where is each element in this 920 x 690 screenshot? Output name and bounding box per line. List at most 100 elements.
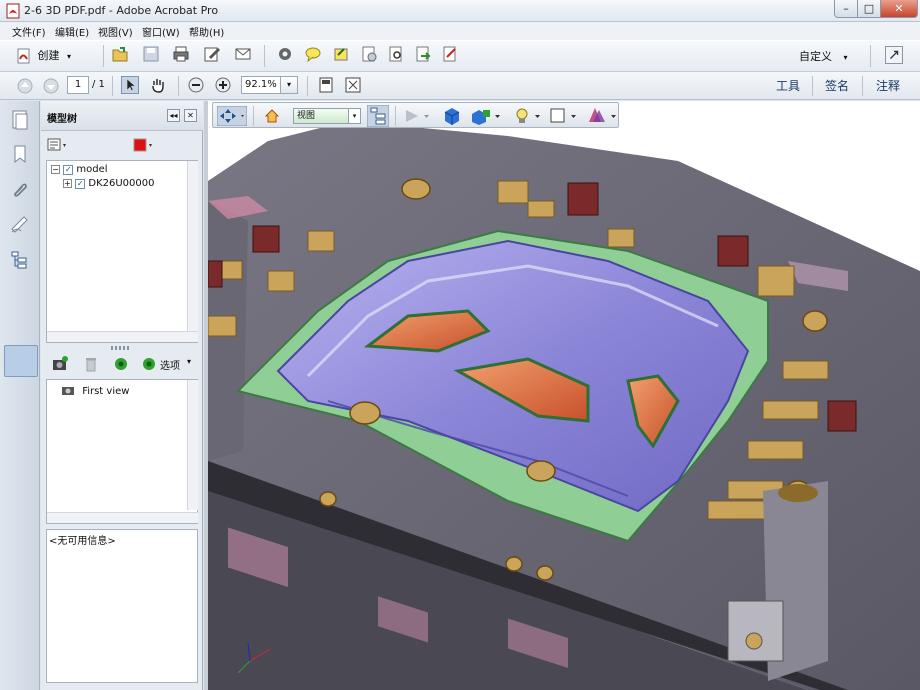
sign-link[interactable]: 签名 <box>825 77 849 94</box>
camera-icon <box>62 387 74 395</box>
signatures-icon[interactable] <box>9 213 31 235</box>
email-icon[interactable] <box>234 45 252 63</box>
views-scrollbar-horizontal[interactable] <box>47 512 198 523</box>
select-tool-icon[interactable] <box>121 76 139 94</box>
views-toolbar: 选项 ▾ <box>41 351 203 377</box>
page-thumbnails-icon[interactable] <box>9 109 31 131</box>
panel-title: 模型树 <box>47 114 77 125</box>
menu-file[interactable]: 文件(F) <box>12 24 46 39</box>
full-screen-icon[interactable] <box>344 76 362 94</box>
customize-label: 自定义 <box>799 50 832 63</box>
customize-button[interactable]: 自定义 ▾ <box>799 48 848 64</box>
page-number-input[interactable]: 1 <box>67 76 89 94</box>
document-page: 视图 ▾ <box>208 101 920 690</box>
add-view-icon[interactable] <box>113 356 129 372</box>
model-tree-icon[interactable] <box>9 249 31 271</box>
delete-view-icon[interactable] <box>84 356 98 372</box>
background-color-icon[interactable] <box>549 107 581 125</box>
menu-view[interactable]: 视图(V) <box>98 24 133 39</box>
next-page-icon[interactable] <box>42 77 60 95</box>
views-scrollbar-vertical[interactable] <box>187 380 198 510</box>
zoom-in-icon[interactable] <box>214 76 232 94</box>
attach-icon[interactable] <box>360 45 378 63</box>
color-picker-icon[interactable] <box>133 138 155 152</box>
open-icon[interactable] <box>111 45 129 63</box>
minimize-button[interactable]: – <box>834 0 858 18</box>
zoom-out-icon[interactable] <box>187 76 205 94</box>
options-dropdown-icon[interactable]: ▾ <box>187 357 191 366</box>
zoom-input[interactable]: 92.1% <box>241 76 281 94</box>
cross-section-icon[interactable] <box>585 106 619 126</box>
view-select-label: 视图 <box>297 111 316 121</box>
tree-scrollbar-vertical[interactable] <box>187 161 198 331</box>
toolbar-separator <box>395 106 396 126</box>
comment-icon[interactable] <box>304 45 322 63</box>
options-icon[interactable] <box>141 356 157 372</box>
projection-icon[interactable] <box>441 106 463 126</box>
new-view-icon[interactable] <box>51 356 69 372</box>
object-info-panel: <无可用信息> <box>46 529 198 683</box>
model-tree-tab[interactable] <box>4 345 38 377</box>
bookmarks-icon[interactable] <box>9 143 31 165</box>
edit-icon[interactable] <box>203 45 221 63</box>
main-toolbar <box>0 40 920 72</box>
view-select-dropdown-icon: ▾ <box>348 109 360 123</box>
lighting-icon[interactable] <box>511 106 543 126</box>
highlight-icon[interactable] <box>332 45 350 63</box>
3d-model-viewport[interactable] <box>208 101 920 690</box>
checkbox-checked-icon[interactable]: ✓ <box>63 165 74 175</box>
collapse-panel-button[interactable]: ◂◂ <box>167 109 180 122</box>
tree-item-part[interactable]: + ✓ DK26U00000 <box>63 178 155 189</box>
settings-icon[interactable] <box>276 45 294 63</box>
expand-icon[interactable]: + <box>63 179 72 188</box>
search-icon[interactable] <box>387 45 405 63</box>
view-item[interactable]: First view <box>61 385 129 397</box>
form-icon[interactable] <box>441 45 459 63</box>
checkbox-checked-icon[interactable]: ✓ <box>75 179 86 189</box>
window-title: 2-6 3D PDF.pdf - Adobe Acrobat Pro <box>24 4 219 17</box>
expand-icon[interactable] <box>885 46 903 64</box>
close-panel-button[interactable]: ✕ <box>184 109 197 122</box>
export-icon[interactable] <box>414 45 432 63</box>
toolbar-separator <box>870 45 871 67</box>
panel-header: 模型树 ◂◂ ✕ <box>41 101 203 131</box>
rotate-tool-icon[interactable] <box>217 106 247 126</box>
hand-tool-icon[interactable] <box>149 76 167 94</box>
menu-bar: 文件(F) 编辑(E) 视图(V) 窗口(W) 帮助(H) <box>0 22 920 40</box>
toolbar-separator <box>812 76 813 96</box>
view-select[interactable]: 视图 ▾ <box>293 108 361 124</box>
home-view-icon[interactable] <box>263 107 281 125</box>
toolbar-separator <box>112 76 113 96</box>
close-button[interactable]: ✕ <box>880 0 918 18</box>
model-tree-panel: 模型树 ◂◂ ✕ − ✓ model + ✓ DK26U00000 选项 ▾ F… <box>41 101 203 690</box>
tree-options-icon[interactable] <box>47 138 69 152</box>
collapse-icon[interactable]: − <box>51 165 60 174</box>
save-icon[interactable] <box>142 45 160 63</box>
play-animation-icon[interactable] <box>403 108 433 124</box>
previous-page-icon[interactable] <box>16 77 34 95</box>
model-tree-toggle-icon[interactable] <box>367 105 389 127</box>
options-label[interactable]: 选项 <box>160 357 180 372</box>
create-button[interactable]: 创建 ▾ <box>16 47 71 65</box>
menu-window[interactable]: 窗口(W) <box>142 24 180 39</box>
comment-link[interactable]: 注释 <box>876 77 900 94</box>
title-bar: 2-6 3D PDF.pdf - Adobe Acrobat Pro – □ ✕ <box>0 0 920 22</box>
fit-page-icon[interactable] <box>317 76 335 94</box>
pane-splitter[interactable] <box>111 346 131 350</box>
toolbar-separator <box>264 45 265 67</box>
create-label: 创建 <box>37 49 60 62</box>
tree-item-model[interactable]: − ✓ model <box>51 164 108 175</box>
menu-edit[interactable]: 编辑(E) <box>55 24 89 39</box>
tree-scrollbar-horizontal[interactable] <box>47 331 198 342</box>
attachments-icon[interactable] <box>9 179 31 201</box>
toolbar-separator <box>103 45 104 67</box>
zoom-dropdown-button[interactable]: ▾ <box>280 76 298 94</box>
tools-link[interactable]: 工具 <box>776 77 800 94</box>
pdf-file-icon <box>6 3 20 19</box>
maximize-button[interactable]: □ <box>857 0 881 18</box>
print-icon[interactable] <box>172 45 190 63</box>
render-mode-icon[interactable] <box>469 106 503 126</box>
menu-help[interactable]: 帮助(H) <box>189 24 224 39</box>
info-text: <无可用信息> <box>49 536 116 547</box>
toolbar-separator <box>253 106 254 126</box>
